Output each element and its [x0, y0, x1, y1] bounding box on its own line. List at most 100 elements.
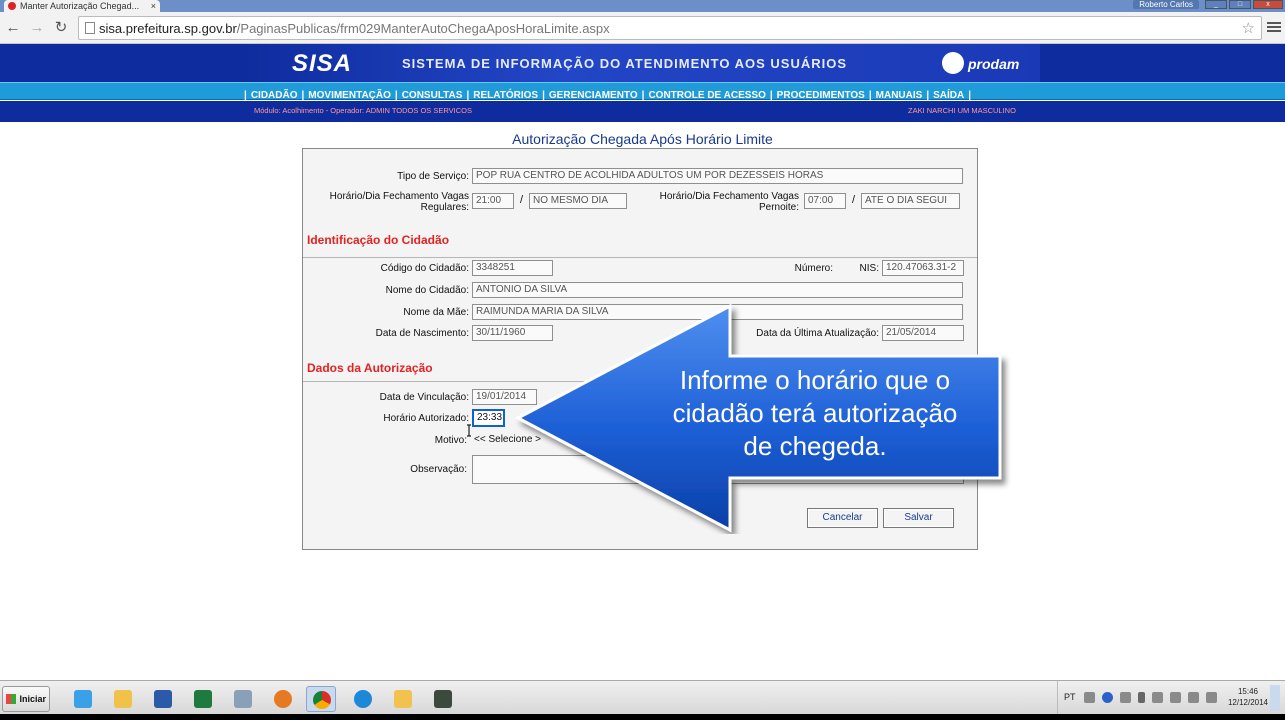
callout-text: Informe o horário que o cidadão terá aut… — [630, 364, 1000, 463]
prodam-brand: prodam — [968, 56, 1020, 72]
nis-field[interactable]: 120.47063.31-2 — [882, 260, 964, 276]
tray-settings-icon[interactable] — [1120, 692, 1131, 703]
firefox-icon[interactable] — [268, 686, 298, 712]
pernoite-hora-field[interactable]: 07:00 — [804, 193, 846, 209]
menu-separator: | — [301, 90, 305, 101]
tray-flag-icon[interactable] — [1152, 692, 1163, 703]
menu-item-4[interactable]: RELATÓRIOS — [473, 90, 538, 101]
menu-separator: | — [244, 90, 247, 101]
menu-item-9[interactable]: SAÍDA — [933, 90, 964, 101]
regulares-label-line1: Horário/Dia Fechamento Vagas — [329, 191, 469, 202]
regulares-dia-field[interactable]: NO MESMO DIA — [529, 193, 627, 209]
section-divider — [303, 257, 977, 258]
regulares-hora-field[interactable]: 21:00 — [472, 193, 514, 209]
calculator-icon[interactable] — [228, 686, 258, 712]
menu-separator: | — [394, 90, 398, 101]
app-icon[interactable] — [428, 686, 458, 712]
motivo-label: Motivo: — [434, 435, 467, 446]
tray-pen-icon[interactable] — [1138, 692, 1145, 703]
tray-keyboard-icon[interactable] — [1084, 692, 1095, 703]
nome-cidadao-field[interactable]: ANTONIO DA SILVA — [472, 282, 963, 298]
messenger-icon[interactable] — [388, 686, 418, 712]
tray-volume-icon[interactable] — [1206, 692, 1217, 703]
clock-time[interactable]: 15:46 — [1228, 687, 1268, 696]
file-explorer-icon[interactable] — [108, 686, 138, 712]
window-close-icon[interactable]: x — [1253, 0, 1283, 9]
nome-cidadao-label: Nome do Cidadão: — [385, 285, 469, 296]
horario-autorizado-label: Horário Autorizado: — [383, 413, 469, 424]
url-text: sisa.prefeitura.sp.gov.br/PaginasPublica… — [99, 21, 610, 36]
back-arrow-icon[interactable]: ← — [4, 19, 22, 37]
tray-network-icon[interactable] — [1188, 692, 1199, 703]
tab-close-icon[interactable]: × — [151, 0, 156, 12]
windows-logo-icon — [6, 694, 16, 704]
menu-item-2[interactable]: MOVIMENTAÇÃO — [308, 90, 391, 101]
tray-help-icon[interactable] — [1102, 692, 1113, 703]
mouse-cursor-icon — [467, 424, 471, 437]
excel-icon[interactable] — [188, 686, 218, 712]
forward-arrow-icon[interactable]: → — [28, 19, 46, 37]
screen: Manter Autorização Chegad... × Roberto C… — [0, 0, 1285, 720]
language-indicator[interactable]: PT — [1064, 692, 1076, 702]
session-info-bar: Módulo: Acolhimento - Operador: ADMIN TO… — [0, 101, 1285, 122]
nome-mae-label: Nome da Mãe: — [403, 307, 469, 318]
media-player-icon[interactable] — [68, 686, 98, 712]
codigo-label: Código do Cidadão: — [380, 263, 469, 274]
menu-item-5[interactable]: GERENCIAMENTO — [549, 90, 638, 101]
browser-toolbar: ← → ↻ sisa.prefeitura.sp.gov.br/PaginasP… — [0, 12, 1285, 44]
browser-menu-icon[interactable] — [1267, 20, 1281, 34]
menu-item-8[interactable]: MANUAIS — [876, 90, 923, 101]
numero-label: Número: — [794, 263, 833, 274]
callout-line-1: Informe o horário que o — [679, 365, 951, 395]
browser-tab-strip: Manter Autorização Chegad... × Roberto C… — [0, 0, 1285, 12]
regulares-separator: / — [520, 194, 524, 206]
start-button[interactable]: Iniciar — [2, 686, 50, 712]
section-dados-autorizacao: Dados da Autorização — [307, 361, 433, 375]
browser-tab[interactable]: Manter Autorização Chegad... × — [4, 0, 160, 12]
menu-item-6[interactable]: CONTROLE DE ACESSO — [648, 90, 765, 101]
page-icon — [85, 22, 95, 34]
url-host: sisa.prefeitura.sp.gov.br — [99, 21, 237, 36]
windows-taskbar: Iniciar PT 15:46 12/12/2014 — [0, 680, 1285, 715]
tab-title: Manter Autorização Chegad... — [20, 1, 140, 11]
address-bar[interactable]: sisa.prefeitura.sp.gov.br/PaginasPublica… — [78, 16, 1262, 40]
clock-date[interactable]: 12/12/2014 — [1224, 698, 1272, 707]
pernoite-label-line2: Pernoite: — [758, 202, 799, 213]
menu-separator: | — [926, 90, 930, 101]
show-desktop-button[interactable] — [1270, 685, 1280, 711]
pernoite-label-line1: Horário/Dia Fechamento Vagas — [659, 191, 799, 202]
maximize-icon[interactable]: □ — [1229, 0, 1251, 9]
menu-separator: | — [542, 90, 545, 101]
menu-item-1[interactable]: CIDADÃO — [251, 90, 298, 101]
menu-item-7[interactable]: PROCEDIMENTOS — [777, 90, 865, 101]
callout-line-3: de chegeda. — [743, 431, 887, 461]
start-label: Iniciar — [19, 694, 46, 704]
observacao-label: Observação: — [410, 464, 467, 475]
menu-separator: | — [968, 90, 972, 101]
bookmark-star-icon[interactable]: ☆ — [1242, 19, 1255, 37]
tipo-servico-field[interactable]: POP RUA CENTRO DE ACOLHIDA ADULTOS UM PO… — [472, 168, 963, 184]
menu-separator: | — [868, 90, 872, 101]
page-title: Autorização Chegada Após Horário Limite — [512, 131, 773, 147]
url-path: /PaginasPublicas/frm029ManterAutoChegaAp… — [236, 21, 610, 36]
sisa-header-banner: SISA SISTEMA DE INFORMAÇÃO DO ATENDIMENT… — [242, 44, 1040, 82]
callout-line-2: cidadão terá autorização — [672, 398, 958, 428]
word-icon[interactable] — [148, 686, 178, 712]
horario-autorizado-input[interactable]: 23:33 — [472, 409, 505, 427]
menu-item-3[interactable]: CONSULTAS — [402, 90, 463, 101]
user-profile-badge[interactable]: Roberto Carlos — [1133, 0, 1199, 9]
system-tray: PT 15:46 12/12/2014 — [1057, 681, 1285, 715]
data-nascimento-label: Data de Nascimento: — [375, 328, 469, 339]
tray-printer-icon[interactable] — [1170, 692, 1181, 703]
reload-icon[interactable]: ↻ — [52, 19, 70, 37]
system-title: SISTEMA DE INFORMAÇÃO DO ATENDIMENTO AOS… — [402, 56, 848, 71]
chrome-icon[interactable] — [306, 686, 336, 712]
favicon-icon — [8, 2, 16, 10]
minimize-icon[interactable]: _ — [1205, 0, 1227, 9]
codigo-field[interactable]: 3348251 — [472, 260, 553, 276]
prodam-logo: prodam — [942, 52, 1034, 76]
internet-explorer-icon[interactable] — [348, 686, 378, 712]
menu-separator: | — [641, 90, 645, 101]
prodam-logo-icon — [942, 52, 964, 74]
pernoite-dia-field[interactable]: ATE O DIA SEGUI — [861, 193, 960, 209]
